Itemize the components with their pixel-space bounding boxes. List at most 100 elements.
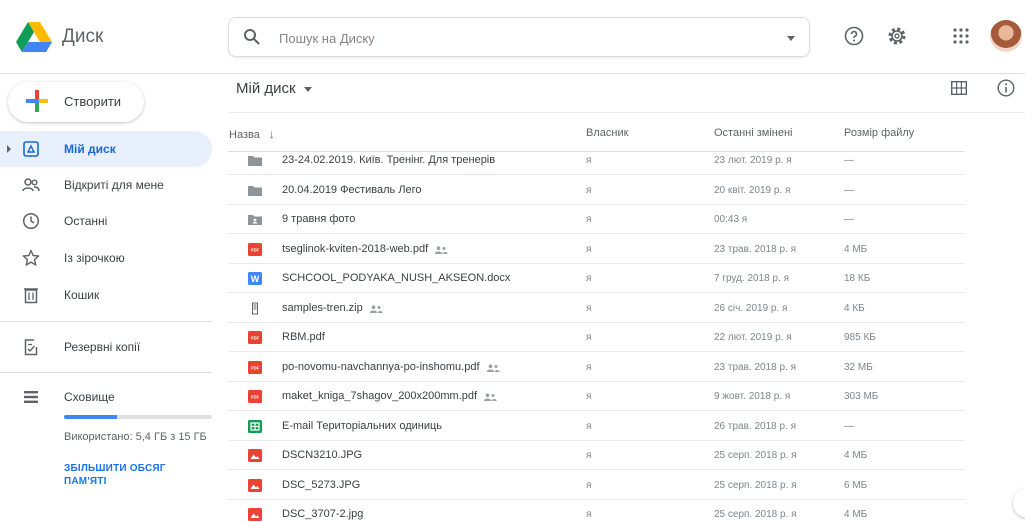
shared-people-icon [486,363,500,373]
file-modified: 00:43 я [714,214,748,225]
sidebar-item-label: Кошик [64,288,100,302]
backup-icon [24,339,38,356]
file-modified: 23 лют. 2019 р. я [714,155,792,166]
file-owner: я [586,362,592,373]
file-name-text: 20.04.2019 Фестиваль Лего [282,184,422,196]
shared-people-icon [483,392,497,402]
file-name[interactable]: 20.04.2019 Фестиваль Лего [282,184,422,196]
file-name-text: E-mail Територіальних одиниць [282,420,443,432]
sidebar-item-trash[interactable]: Кошик [0,277,212,313]
file-name[interactable]: E-mail Територіальних одиниць [282,420,442,432]
column-header-size[interactable]: Розмір файлу [844,127,914,139]
column-header-name[interactable]: Назва ↓ [229,127,275,141]
expand-arrow-icon[interactable] [7,145,11,153]
file-name[interactable]: 9 травня фото [282,213,355,225]
file-row[interactable]: DSC_5273.JPG я 25 серп. 2018 р. я 6 МБ [228,471,965,500]
file-name[interactable]: DSC_5273.JPG [282,479,360,491]
column-header-modified[interactable]: Останні змінені [714,127,793,139]
sidebar-item-starred[interactable]: Із зірочкою [0,240,212,276]
file-modified: 22 лют. 2019 р. я [714,332,792,343]
file-name[interactable]: samples-tren.zip [282,302,383,314]
spreadsheet-icon [248,420,262,433]
main-divider [228,112,1025,113]
sidebar-item-my-drive[interactable]: Мій диск [0,131,212,167]
gear-icon[interactable] [886,25,908,47]
file-name[interactable]: DSC_3707-2.jpg [282,508,363,520]
side-panel-toggle-button[interactable] [1013,488,1025,518]
file-name[interactable]: DSCN3210.JPG [282,449,362,461]
file-size: 4 КБ [844,303,865,314]
star-icon [22,249,40,266]
file-row[interactable]: DSCN3210.JPG я 25 серп. 2018 р. я 4 МБ [228,441,965,470]
file-row[interactable]: PDF maket_kniga_7shagov_200x200mm.pdf я 9 ж… [228,382,965,411]
sidebar-divider [0,372,212,373]
avatar[interactable] [990,20,1022,52]
sidebar-item-label: Відкриті для мене [64,178,164,192]
file-name-text: SCHCOOL_PODYAKA_NUSH_AKSEON.docx [282,272,511,284]
sidebar-item-storage[interactable]: Сховище [0,379,212,415]
file-size: — [844,421,854,432]
create-button[interactable]: Створити [8,82,144,122]
sort-arrow-icon[interactable]: ↓ [269,127,275,141]
file-name[interactable]: maket_kniga_7shagov_200x200mm.pdf [282,390,497,402]
file-name[interactable]: SCHCOOL_PODYAKA_NUSH_AKSEON.docx [282,272,510,284]
app-name[interactable]: Диск [62,26,103,48]
file-row[interactable]: 23-24.02.2019. Київ. Тренінг. Для тренер… [228,146,965,175]
file-name-text: po-novomu-navchannya-po-inshomu.pdf [282,361,480,373]
storage-usage-bar [64,415,212,419]
shared-folder-icon [248,213,262,226]
file-owner: я [586,214,592,225]
file-size: — [844,155,854,166]
sidebar-item-recent[interactable]: Останні [0,203,212,239]
upgrade-storage-link[interactable]: ЗБІЛЬШИТИ ОБСЯГ ПАМ'ЯТІ [64,462,204,488]
top-bar: Диск [0,0,1025,74]
drive-logo-icon[interactable] [16,22,52,52]
file-name-text: 23-24.02.2019. Київ. Тренінг. Для тренер… [282,154,496,166]
apps-grid-icon[interactable] [953,28,969,44]
file-name[interactable]: po-novomu-navchannya-po-inshomu.pdf [282,361,500,373]
chevron-down-icon[interactable] [303,86,312,92]
search-input[interactable] [279,27,749,49]
pdf-icon: PDF [248,361,262,374]
help-icon[interactable] [844,26,864,46]
file-owner: я [586,155,592,166]
file-size: 18 КБ [844,273,871,284]
svg-text:PDF: PDF [251,395,260,400]
file-row[interactable]: 9 травня фото я 00:43 я — [228,205,965,234]
file-row[interactable]: PDF RBM.pdf я 22 лют. 2019 р. я 985 КБ [228,323,965,352]
file-row[interactable]: PDF po-novomu-navchannya-po-inshomu.pdf я 2… [228,353,965,382]
folder-icon [248,184,262,197]
file-owner: я [586,303,592,314]
storage-usage-fill [64,415,118,419]
file-row[interactable]: samples-tren.zip я 26 січ. 2019 р. я 4 КБ [228,294,965,323]
grid-view-icon[interactable] [951,81,967,95]
page-title[interactable]: Мій диск [236,80,296,97]
svg-text:PDF: PDF [251,336,260,341]
file-row[interactable]: W SCHCOOL_PODYAKA_NUSH_AKSEON.docx я 7 груд… [228,264,965,293]
search-box[interactable] [228,17,810,57]
file-modified: 23 трав. 2018 р. я [714,362,797,373]
file-size: 985 КБ [844,332,876,343]
file-row[interactable]: E-mail Територіальних одиниць я 26 трав. 2… [228,412,965,441]
file-size: 4 МБ [844,509,868,520]
sidebar-item-shared[interactable]: Відкриті для мене [0,167,212,203]
file-row[interactable]: DSC_3707-2.jpg я 25 серп. 2018 р. я 4 МБ [228,500,965,522]
storage-icon [24,391,38,403]
file-row[interactable]: PDF tseglinok-kviten-2018-web.pdf я 23 трав… [228,235,965,264]
file-size: 303 МБ [844,391,879,402]
word-doc-icon: W [248,272,262,285]
image-icon [248,449,262,462]
search-icon[interactable] [243,28,261,46]
file-name[interactable]: RBM.pdf [282,331,325,343]
column-header-owner[interactable]: Власник [586,127,628,139]
file-row[interactable]: 20.04.2019 Фестиваль Лего я 20 квіт. 2019 … [228,176,965,205]
image-icon [248,479,262,492]
file-size: 32 МБ [844,362,873,373]
info-icon[interactable] [997,79,1015,97]
file-name[interactable]: 23-24.02.2019. Київ. Тренінг. Для тренер… [282,154,495,166]
file-name[interactable]: tseglinok-kviten-2018-web.pdf [282,243,448,255]
sidebar-item-backups[interactable]: Резервні копії [0,329,212,365]
column-header-name-label: Назва [229,129,260,141]
breadcrumb[interactable]: Мій диск [236,80,312,97]
search-options-dropdown-icon[interactable] [787,36,795,41]
